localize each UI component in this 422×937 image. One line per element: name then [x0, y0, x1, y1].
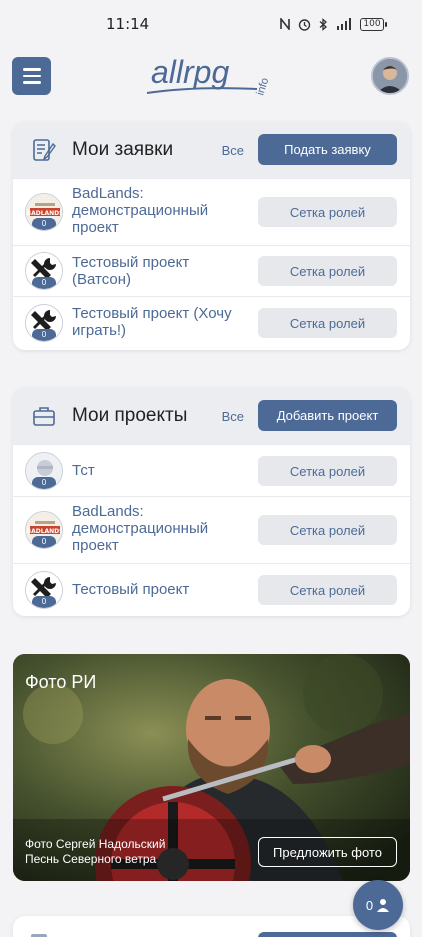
photo-caption: Фото Сергей Надольский Песнь Северного в…	[25, 837, 165, 867]
list-item[interactable]: 0 Тестовый проект (Ватсон) Сетка ролей	[13, 245, 410, 296]
count-badge: 0	[32, 596, 56, 608]
photo-credit[interactable]: Фото Сергей Надольский	[25, 837, 165, 852]
user-icon	[377, 899, 390, 912]
project-avatar: 0	[25, 252, 63, 290]
online-users-fab[interactable]: 0	[353, 880, 403, 930]
battery-icon: 100	[360, 17, 387, 31]
card-header: Мои проекты Все Добавить проект	[13, 388, 410, 444]
project-avatar: 0	[25, 452, 63, 490]
project-name[interactable]: Тестовый проект (Хочу играть!)	[72, 305, 252, 339]
user-avatar-image	[373, 59, 407, 93]
user-avatar[interactable]	[371, 57, 409, 95]
count-badge: 0	[32, 218, 56, 230]
online-users-count: 0	[365, 897, 374, 913]
project-avatar: BADLANDS 0	[25, 511, 63, 549]
project-name[interactable]: BadLands: демонстрационный проект	[72, 503, 252, 554]
status-time: 11:14	[106, 15, 150, 33]
list-item[interactable]: BADLANDS 0 BadLands: демонстрационный пр…	[13, 178, 410, 245]
roles-grid-button[interactable]: Сетка ролей	[258, 308, 397, 338]
my-applications-card: Мои заявки Все Подать заявку BADLANDS 0 …	[13, 122, 410, 350]
hamburger-line	[22, 81, 41, 84]
count-badge: 0	[32, 477, 56, 489]
card-action-button-partial[interactable]	[258, 932, 397, 937]
status-bar: 11:14 100	[0, 0, 422, 48]
roles-grid-button[interactable]: Сетка ролей	[258, 515, 397, 545]
project-avatar: 0	[25, 304, 63, 342]
view-all-link[interactable]: Все	[222, 143, 244, 158]
logo-text: allrpg	[151, 54, 229, 90]
roles-grid-button[interactable]: Сетка ролей	[258, 456, 397, 486]
list-item[interactable]: 0 Тестовый проект (Хочу играть!) Сетка р…	[13, 296, 410, 348]
alarm-icon	[298, 18, 311, 31]
briefcase-icon	[33, 407, 55, 426]
nfc-icon	[280, 18, 290, 30]
photo-event-name[interactable]: Песнь Северного ветра	[25, 852, 165, 867]
suggest-photo-button[interactable]: Предложить фото	[258, 837, 397, 867]
list-item[interactable]: BADLANDS 0 BadLands: демонстрационный пр…	[13, 496, 410, 563]
hamburger-line	[22, 68, 41, 71]
roles-grid-button[interactable]: Сетка ролей	[258, 256, 397, 286]
card-title: Мои проекты	[72, 405, 188, 426]
list-item[interactable]: 0 Тестовый проект Сетка ролей	[13, 563, 410, 616]
hamburger-line	[22, 74, 41, 78]
logo-suffix: info	[254, 76, 271, 97]
app-header: allrpg info	[0, 48, 422, 104]
project-name[interactable]: Тестовый проект	[72, 581, 252, 598]
project-name[interactable]: Тестовый проект (Ватсон)	[72, 254, 252, 288]
bluetooth-icon	[319, 17, 327, 31]
project-name[interactable]: BadLands: демонстрационный проект	[72, 185, 252, 236]
menu-button[interactable]	[12, 57, 51, 95]
submit-application-button[interactable]: Подать заявку	[258, 134, 397, 165]
roles-grid-button[interactable]: Сетка ролей	[258, 575, 397, 605]
allrpg-logo[interactable]: allrpg info	[145, 52, 280, 104]
roles-grid-button[interactable]: Сетка ролей	[258, 197, 397, 227]
signal-icon	[337, 18, 351, 30]
count-badge: 0	[32, 329, 56, 341]
larp-photo-card[interactable]: Фото РИ Фото Сергей Надольский Песнь Сев…	[13, 654, 410, 881]
svg-text:BADLANDS: BADLANDS	[27, 528, 64, 535]
card-title: Мои заявки	[72, 139, 174, 160]
count-badge: 0	[32, 277, 56, 289]
project-avatar: BADLANDS 0	[25, 193, 63, 231]
status-icons: 100	[280, 17, 387, 31]
count-badge: 0	[32, 536, 56, 548]
card-header: Мои заявки Все Подать заявку	[13, 122, 410, 178]
svg-text:BADLANDS: BADLANDS	[27, 210, 64, 217]
my-projects-card: Мои проекты Все Добавить проект 0 Тст Се…	[13, 388, 410, 616]
view-all-link[interactable]: Все	[222, 409, 244, 424]
add-project-button[interactable]: Добавить проект	[258, 400, 397, 431]
application-form-icon	[33, 139, 56, 161]
photo-section-title: Фото РИ	[25, 672, 97, 692]
list-item[interactable]: 0 Тст Сетка ролей	[13, 444, 410, 496]
project-name[interactable]: Тст	[72, 462, 252, 479]
next-card-partial	[13, 916, 410, 937]
project-avatar: 0	[25, 571, 63, 609]
